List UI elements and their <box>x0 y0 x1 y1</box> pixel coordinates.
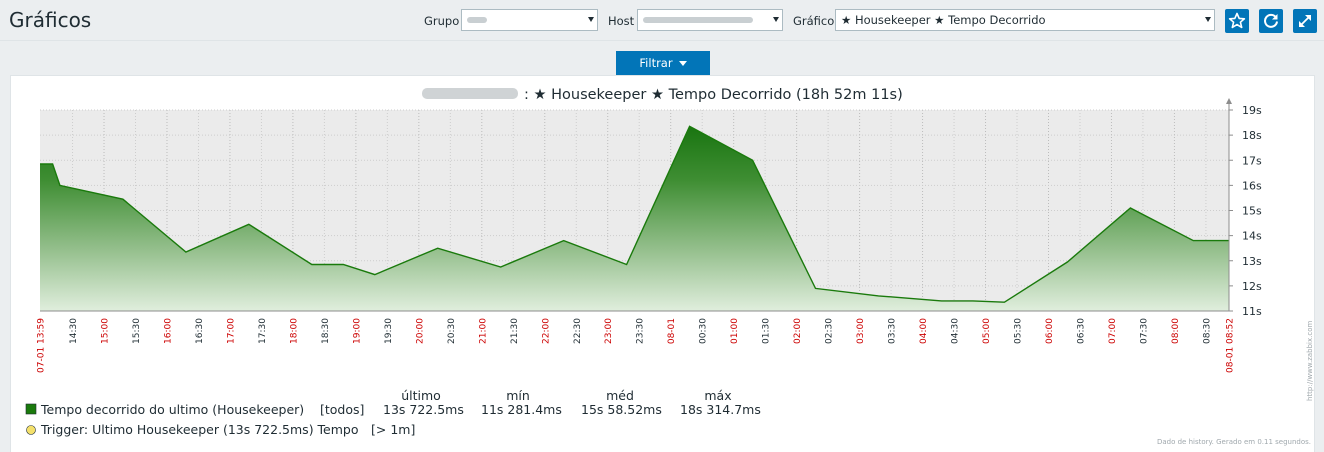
x-tick-label: 16:30 <box>195 318 205 344</box>
x-tick-label: 02:30 <box>825 318 835 344</box>
trigger-indicator <box>26 425 36 435</box>
x-tick-label: 15:00 <box>101 318 111 344</box>
x-tick-label: 16:00 <box>163 318 173 344</box>
x-tick-label: 04:00 <box>919 318 929 344</box>
y-tick-label: 16s <box>1242 179 1262 192</box>
graph-chart: : ★ Housekeeper ★ Tempo Decorrido (18h 5… <box>25 87 1314 446</box>
x-tick-label: 06:00 <box>1045 318 1055 344</box>
x-tick-label: 23:00 <box>604 318 614 344</box>
x-tick-label: 01:00 <box>730 318 740 344</box>
x-tick-label: 07:30 <box>1139 318 1149 344</box>
y-tick-label: 11s <box>1242 305 1262 318</box>
zabbix-watermark: http://www.zabbix.com <box>1306 321 1314 401</box>
legend-series-label: Tempo decorrido do ultimo (Housekeeper) <box>40 402 304 417</box>
x-tick-label: 18:30 <box>321 318 331 344</box>
x-tick-label: 21:00 <box>478 318 488 344</box>
x-tick-label: 22:00 <box>541 318 551 344</box>
x-tick-label: 18:00 <box>289 318 299 344</box>
x-tick-label: 17:00 <box>226 318 236 344</box>
x-tick-label: 19:30 <box>384 318 394 344</box>
generation-footer: Dado de history. Gerado em 0.11 segundos… <box>1157 438 1311 446</box>
x-tick-label: 00:30 <box>699 318 709 344</box>
legend-header: máx <box>704 388 731 403</box>
legend-last-value: 13s 722.5ms <box>383 402 464 417</box>
legend-avg-value: 15s 58.52ms <box>581 402 662 417</box>
legend-max-value: 18s 314.7ms <box>680 402 761 417</box>
legend-series-func: [todos] <box>320 402 364 417</box>
x-tick-label: 08:30 <box>1202 318 1212 344</box>
y-tick-label: 18s <box>1242 129 1262 142</box>
y-tick-label: 12s <box>1242 280 1262 293</box>
series-swatch <box>25 403 37 415</box>
x-tick-label: 05:30 <box>1014 318 1024 344</box>
x-tick-label: 04:30 <box>951 318 961 344</box>
legend-trigger-cond: [> 1m] <box>371 422 415 437</box>
x-tick-label: 02:00 <box>793 318 803 344</box>
x-tick-label: 22:30 <box>573 318 583 344</box>
legend-header: méd <box>606 388 634 403</box>
y-axis-arrow <box>1226 98 1232 104</box>
y-tick-label: 15s <box>1242 205 1262 218</box>
y-tick-label: 19s <box>1242 104 1262 117</box>
x-tick-label: 14:30 <box>69 318 79 344</box>
x-tick-label: 08:00 <box>1171 318 1181 344</box>
x-tick-label: 03:00 <box>856 318 866 344</box>
x-tick-label: 20:30 <box>447 318 457 344</box>
legend-header: último <box>401 388 441 403</box>
x-tick-label: 01:30 <box>762 318 772 344</box>
y-tick-label: 17s <box>1242 154 1262 167</box>
x-tick-label: 19:00 <box>352 318 362 344</box>
legend-trigger-label: Trigger: Ultimo Housekeeper (13s 722.5ms… <box>40 422 359 437</box>
redacted-host-name <box>422 88 518 99</box>
x-tick-label: 07:00 <box>1108 318 1118 344</box>
x-tick-label: 23:30 <box>636 318 646 344</box>
x-tick-label: 08-01 08:52 <box>1226 318 1236 373</box>
x-tick-label: 06:30 <box>1076 318 1086 344</box>
legend-header: mín <box>506 388 530 403</box>
y-tick-label: 14s <box>1242 230 1262 243</box>
x-tick-label: 03:30 <box>888 318 898 344</box>
y-tick-label: 13s <box>1242 255 1262 268</box>
chart-title: : ★ Housekeeper ★ Tempo Decorrido (18h 5… <box>524 87 903 103</box>
x-tick-label: 21:30 <box>510 318 520 344</box>
x-tick-label: 05:00 <box>982 318 992 344</box>
legend-min-value: 11s 281.4ms <box>481 402 562 417</box>
x-tick-label: 07-01 13:59 <box>37 318 47 373</box>
x-tick-label: 15:30 <box>132 318 142 344</box>
x-tick-label: 17:30 <box>258 318 268 344</box>
x-tick-label: 20:00 <box>415 318 425 344</box>
x-tick-label: 08-01 <box>667 318 677 344</box>
